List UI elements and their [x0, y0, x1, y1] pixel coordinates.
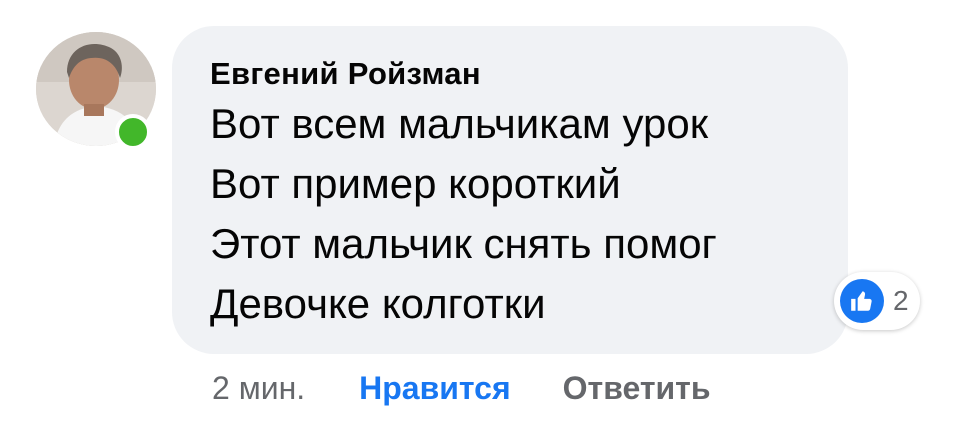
comment-line: Вот всем мальчикам урок: [210, 100, 709, 147]
comment-line: Этот мальчик снять помог: [210, 220, 717, 267]
reply-link[interactable]: Ответить: [563, 370, 711, 407]
comment-author[interactable]: Евгений Ройзман: [210, 54, 812, 94]
reaction-summary[interactable]: 2: [834, 272, 920, 330]
comment-actions: 2 мин. Нравится Ответить: [212, 366, 711, 410]
online-status-indicator: [115, 114, 151, 150]
thumbs-up-icon: [840, 279, 884, 323]
comment-line: Вот пример короткий: [210, 160, 621, 207]
comment-line: Девочке колготки: [210, 280, 546, 327]
like-link[interactable]: Нравится: [359, 370, 511, 407]
timestamp[interactable]: 2 мин.: [212, 370, 305, 407]
comment-bubble: Евгений Ройзман Вот всем мальчикам урок …: [172, 26, 848, 354]
reaction-count: 2: [893, 285, 909, 316]
